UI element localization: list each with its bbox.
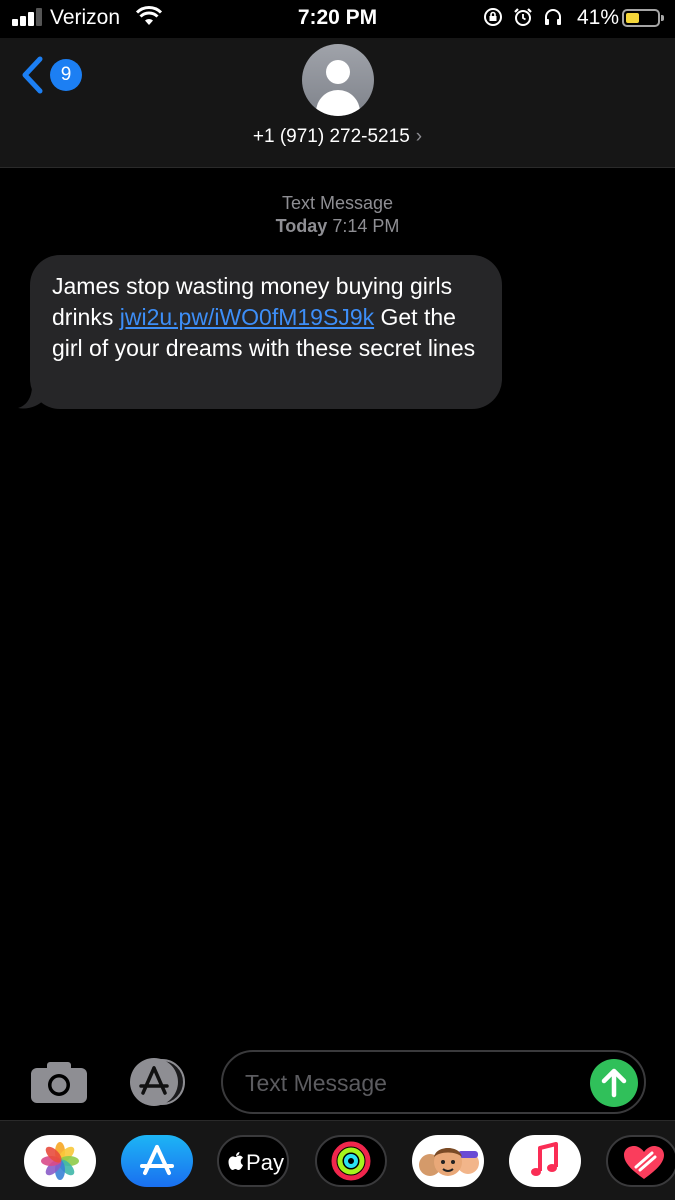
contact-details-button[interactable]: +1 (971) 272-5215 › xyxy=(0,126,675,148)
battery-icon xyxy=(622,9,664,27)
camera-icon[interactable] xyxy=(30,1060,88,1104)
memoji-app-icon[interactable] xyxy=(412,1135,484,1187)
status-bar: Verizon 7:20 PM 41% xyxy=(0,0,675,38)
day-label: Today xyxy=(275,216,328,236)
composer xyxy=(0,1050,675,1116)
photos-app-icon[interactable] xyxy=(24,1135,96,1187)
chevron-right-icon: › xyxy=(415,126,423,147)
app-drawer: Pay xyxy=(0,1120,675,1200)
message-input[interactable] xyxy=(245,1066,585,1100)
app-store-drawer-icon[interactable] xyxy=(126,1058,190,1106)
orientation-lock-icon xyxy=(484,8,502,26)
service-label: Text Message xyxy=(281,193,394,213)
battery-percent: 41% xyxy=(577,6,620,29)
status-time: 7:20 PM xyxy=(297,6,378,29)
message-bubble[interactable]: James stop wasting money buying girls dr… xyxy=(30,255,502,409)
chevron-left-icon xyxy=(22,56,43,94)
app-store-app-icon[interactable] xyxy=(121,1135,193,1187)
digital-touch-app-icon[interactable] xyxy=(606,1135,675,1187)
contact-name: +1 (971) 272-5215 xyxy=(252,126,410,147)
time-label: 7:14 PM xyxy=(332,216,400,236)
arrow-up-icon xyxy=(601,1068,627,1098)
headphones-icon xyxy=(545,9,561,25)
unread-badge: 9 xyxy=(50,59,82,91)
message-input-field[interactable] xyxy=(221,1050,646,1114)
conversation-header: 9 +1 (971) 272-5215 › xyxy=(0,38,675,168)
apple-pay-label: Pay xyxy=(246,1150,284,1175)
activity-app-icon[interactable] xyxy=(315,1135,387,1187)
alarm-icon xyxy=(514,8,532,26)
send-button[interactable] xyxy=(590,1059,638,1107)
message-link[interactable]: jwi2u.pw/iWO0fM19SJ9k xyxy=(120,304,374,330)
music-app-icon[interactable] xyxy=(509,1135,581,1187)
message-timestamp: Text Message Today 7:14 PM xyxy=(0,192,675,238)
contact-avatar[interactable] xyxy=(302,44,374,116)
apple-pay-app-icon[interactable]: Pay xyxy=(217,1135,289,1187)
back-button[interactable]: 9 xyxy=(20,54,90,98)
